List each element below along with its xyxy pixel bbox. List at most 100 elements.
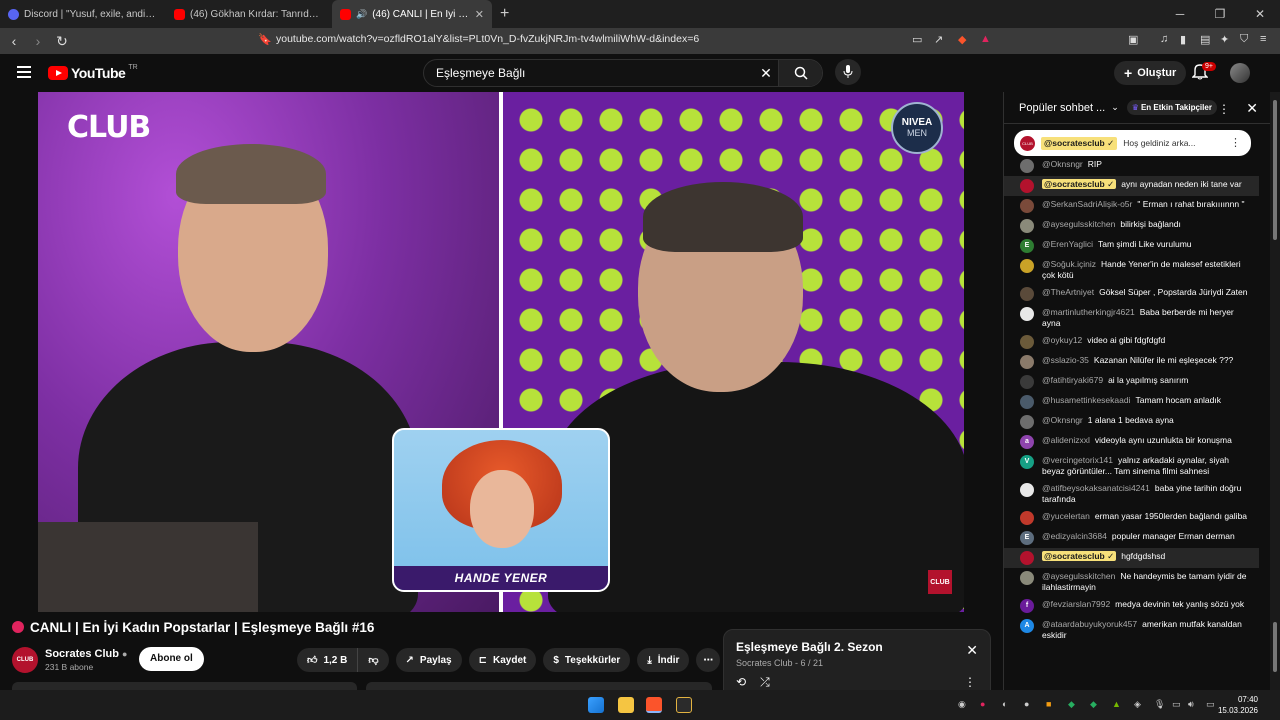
- playlist-title[interactable]: Eşleşmeye Bağlı 2. Sezon: [736, 640, 978, 654]
- download-button[interactable]: ⤓ İndir: [637, 648, 690, 672]
- chat-author-name[interactable]: @TheArtniyet: [1042, 287, 1094, 297]
- microphone-tray-icon[interactable]: 🎙︎: [1154, 699, 1165, 710]
- chat-scrollbar-thumb[interactable]: [1273, 622, 1277, 672]
- shuffle-icon[interactable]: ⤮: [760, 675, 770, 690]
- video-player[interactable]: CLUB NIVEA MEN HANDE YENER: [38, 92, 964, 612]
- tray-icon-1[interactable]: ◉: [958, 699, 966, 710]
- chat-author-avatar[interactable]: [1020, 571, 1034, 585]
- chat-author-avatar[interactable]: E: [1020, 239, 1034, 253]
- subscribe-button[interactable]: Abone ol: [139, 647, 204, 671]
- file-explorer-icon[interactable]: [618, 697, 634, 713]
- sidebar-icon[interactable]: ▣: [1128, 33, 1138, 46]
- channel-avatar[interactable]: CLUB: [12, 647, 38, 673]
- chat-author-avatar[interactable]: [1020, 287, 1034, 301]
- tray-icon-6[interactable]: ◆: [1068, 699, 1075, 710]
- search-input[interactable]: Eşleşmeye Bağlı: [424, 66, 754, 80]
- chat-author-name[interactable]: @Oknsngr: [1042, 415, 1083, 425]
- app-icon[interactable]: [676, 697, 692, 713]
- browser-tab-youtube-active[interactable]: 🔊 (46) CANLI | En İyi Kadın P ✕: [332, 0, 492, 28]
- reload-icon[interactable]: ↻: [52, 33, 72, 50]
- chat-author-name[interactable]: @husamettinkesekaadi: [1042, 395, 1130, 405]
- chat-author-avatar[interactable]: [1020, 511, 1034, 525]
- chat-author-name[interactable]: @Soğuk.içiniz: [1042, 259, 1096, 269]
- rewards-icon[interactable]: ▲: [980, 33, 991, 45]
- chat-message[interactable]: @fatihtiryaki679 ai la yapılmış sanırım: [1004, 372, 1259, 392]
- chat-author-avatar[interactable]: [1020, 159, 1034, 173]
- channel-name[interactable]: Socrates Club ●: [45, 648, 127, 660]
- chat-author-avatar[interactable]: [1020, 355, 1034, 369]
- chat-message[interactable]: V @vercingetorix141 yalnız arkadaki aynala…: [1004, 452, 1259, 480]
- chat-author-avatar[interactable]: [1020, 335, 1034, 349]
- forward-icon[interactable]: ›: [28, 33, 48, 49]
- close-window-button[interactable]: ✕: [1240, 0, 1280, 28]
- chat-author-avatar[interactable]: [1020, 483, 1034, 497]
- search-button[interactable]: [778, 60, 822, 86]
- chat-author-avatar[interactable]: [1020, 395, 1034, 409]
- chat-message[interactable]: @yucelertan erman yasar 1950lerden bağlan…: [1004, 508, 1259, 528]
- chat-author-avatar[interactable]: [1020, 179, 1034, 193]
- browser-tab-youtube-1[interactable]: (46) Gökhan Kırdar: Tanrıdan Diledim: [166, 0, 332, 28]
- hamburger-menu-icon[interactable]: [17, 66, 31, 81]
- chat-author-name[interactable]: @vercingetorix141: [1042, 455, 1113, 465]
- chat-author-name[interactable]: @socratesclub ✓: [1042, 179, 1117, 189]
- scrollbar-thumb[interactable]: [1273, 100, 1277, 240]
- speaker-icon[interactable]: 🔊: [356, 9, 367, 20]
- music-icon[interactable]: ♫: [1160, 33, 1168, 45]
- chat-author-name[interactable]: @fatihtiryaki679: [1042, 375, 1103, 385]
- chat-author-avatar[interactable]: [1020, 219, 1034, 233]
- chat-message[interactable]: @Oknsngr RIP: [1004, 156, 1259, 176]
- chat-message[interactable]: @sslazio-35 Kazanan Nilüfer ile mi eşleşe…: [1004, 352, 1259, 372]
- brave-shield-icon[interactable]: ◆: [958, 33, 966, 46]
- chat-author-avatar[interactable]: E: [1020, 531, 1034, 545]
- tray-icon-3[interactable]: ◐: [1002, 699, 1007, 709]
- chat-message[interactable]: a @alidenizxxl videoyla aynı uzunlukta bir…: [1004, 432, 1259, 452]
- youtube-logo[interactable]: YouTube TR: [48, 64, 138, 81]
- comment-box[interactable]: [366, 682, 712, 690]
- pinned-message[interactable]: CLUB @socratesclub ✓ Hoş geldiniz arka..…: [1014, 130, 1251, 156]
- chat-author-name[interactable]: @sslazio-35: [1042, 355, 1089, 365]
- chat-author-avatar[interactable]: A: [1020, 619, 1034, 633]
- network-icon[interactable]: ▭: [1172, 699, 1181, 710]
- loop-icon[interactable]: ⟲: [736, 675, 746, 690]
- chat-author-avatar[interactable]: [1020, 307, 1034, 321]
- chat-author-avatar[interactable]: [1020, 551, 1034, 565]
- chat-author-name[interactable]: @atifbeysokaksanatcisi4241: [1042, 483, 1150, 493]
- chat-author-avatar[interactable]: [1020, 375, 1034, 389]
- chat-author-name[interactable]: @aysegulsskitchen: [1042, 219, 1115, 229]
- chat-author-name[interactable]: @aysegulsskitchen: [1042, 571, 1115, 581]
- tray-icon-4[interactable]: ●: [1024, 699, 1029, 709]
- back-icon[interactable]: ‹: [4, 33, 24, 49]
- new-tab-button[interactable]: +: [492, 5, 517, 23]
- chat-author-avatar[interactable]: a: [1020, 435, 1034, 449]
- chat-message[interactable]: @Oknsngr 1 alana 1 bedava ayna: [1004, 412, 1259, 432]
- clear-search-icon[interactable]: ✕: [754, 65, 778, 82]
- chat-message[interactable]: @socratesclub ✓ hgfdgdshsd: [1004, 548, 1259, 568]
- tray-icon-5[interactable]: ■: [1046, 699, 1051, 709]
- chat-message[interactable]: E @edizyalcin3684 populer manager Erman de…: [1004, 528, 1259, 548]
- chat-message[interactable]: @Soğuk.içiniz Hande Yener'in de malesef e…: [1004, 256, 1259, 284]
- chat-author-avatar[interactable]: [1020, 199, 1034, 213]
- chat-message[interactable]: @oykuy12 video ai gibi fdgfdgfd: [1004, 332, 1259, 352]
- thanks-button[interactable]: $ Teşekkürler: [543, 648, 631, 672]
- windows-start-icon[interactable]: [588, 697, 604, 713]
- wallet-icon[interactable]: ▤: [1200, 33, 1210, 46]
- chevron-down-icon[interactable]: ⌄: [1111, 102, 1119, 113]
- battery-icon[interactable]: ▭: [1206, 699, 1215, 710]
- like-button[interactable]: 👍︎ 1,2 B: [297, 648, 359, 672]
- chat-message[interactable]: A @ataardabuyukyoruk457 amerikan mutfak ka…: [1004, 616, 1259, 644]
- chat-author-name[interactable]: @fevziarslan7992: [1042, 599, 1110, 609]
- chat-author-name[interactable]: @ErenYaglici: [1042, 239, 1093, 249]
- vpn-icon[interactable]: ⛉: [1240, 33, 1248, 46]
- chat-author-name[interactable]: @alidenizxxl: [1042, 435, 1090, 445]
- chat-message[interactable]: @husamettinkesekaadi Tamam hocam anladık: [1004, 392, 1259, 412]
- tray-icon-2[interactable]: ●: [980, 699, 985, 709]
- account-avatar[interactable]: [1230, 63, 1250, 83]
- voice-search-button[interactable]: [835, 59, 861, 85]
- tray-icon-8[interactable]: ◈: [1134, 699, 1141, 710]
- nvidia-icon[interactable]: ▲: [1112, 699, 1121, 709]
- close-playlist-icon[interactable]: ✕: [966, 642, 978, 659]
- volume-icon[interactable]: 🔊︎: [1188, 699, 1194, 710]
- panel-icon[interactable]: ▮: [1180, 33, 1186, 46]
- chat-message[interactable]: @atifbeysokaksanatcisi4241 baba yine tari…: [1004, 480, 1259, 508]
- url-field[interactable]: youtube.com/watch?v=ozfldRO1alY&list=PLt…: [276, 33, 699, 45]
